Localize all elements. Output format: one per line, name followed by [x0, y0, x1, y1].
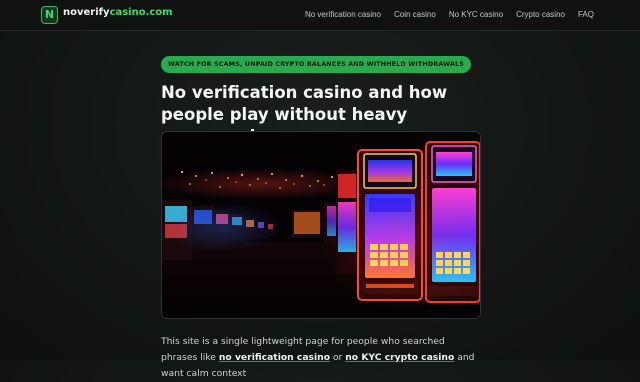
logo-text-part2: casino.com: [109, 7, 173, 18]
nav-link-coin-casino[interactable]: Coin casino: [394, 10, 436, 19]
slot-machines-photo-icon: [162, 132, 480, 318]
intro-paragraph: This site is a single lightweight page f…: [161, 334, 481, 382]
logo-icon[interactable]: N: [41, 6, 58, 24]
hero-image: [161, 131, 481, 319]
nav-link-faq[interactable]: FAQ: [578, 10, 594, 19]
nav-link-no-verification-casino[interactable]: No verification casino: [305, 10, 381, 19]
intro-term-no-kyc-crypto-casino[interactable]: no KYC crypto casino: [345, 352, 454, 363]
intro-term-no-verification-casino[interactable]: no verification casino: [219, 352, 330, 363]
logo-text-part1: noverify: [63, 7, 110, 18]
site-logo-text[interactable]: noverifycasino.com: [63, 7, 173, 18]
nav-link-crypto-casino[interactable]: Crypto casino: [516, 10, 565, 19]
scam-warning-badge: WATCH FOR SCAMS, UNPAID CRYPTO BALANCES …: [161, 56, 472, 73]
main-nav: No verification casino Coin casino No KY…: [305, 10, 594, 19]
nav-link-no-kyc-casino[interactable]: No KYC casino: [449, 10, 503, 19]
intro-text-2: or: [332, 352, 343, 363]
top-navigation-bar: N noverifycasino.com No verification cas…: [0, 0, 640, 31]
